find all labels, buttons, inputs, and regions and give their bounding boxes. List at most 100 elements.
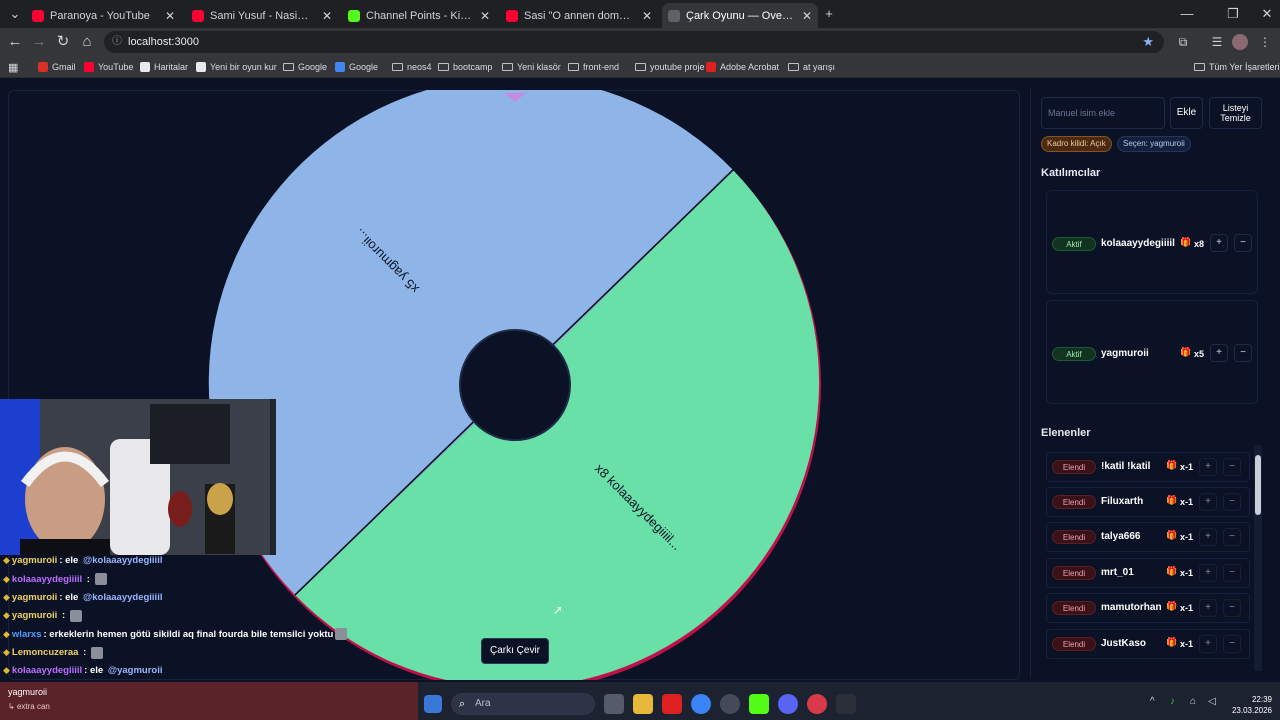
increase-button[interactable]: + xyxy=(1210,344,1228,362)
clear-list-button[interactable]: Listeyi Temizle xyxy=(1209,97,1262,129)
decrease-button[interactable]: − xyxy=(1223,635,1241,653)
maximize-icon[interactable]: ❐ xyxy=(1222,4,1244,24)
tab-4[interactable]: Çark Oyunu — Overlay ✕ xyxy=(662,3,818,28)
tab-close-icon[interactable]: ✕ xyxy=(322,9,332,23)
multiplier: x-1 xyxy=(1180,497,1194,507)
chat-message: ◆ kolaaayydegiiiil: ele @yagmuroii xyxy=(3,665,162,676)
microphone-icon[interactable]: ♪ xyxy=(1170,696,1175,707)
volume-icon[interactable]: ◁ xyxy=(1208,696,1216,707)
file-explorer-icon[interactable] xyxy=(633,694,653,714)
kick-icon[interactable] xyxy=(749,694,769,714)
bookmark-5[interactable]: Google xyxy=(335,59,378,75)
eliminated-name: !katil !katil xyxy=(1101,461,1151,472)
decrease-button[interactable]: − xyxy=(1234,344,1252,362)
decrease-button[interactable]: − xyxy=(1223,599,1241,617)
tab-search-icon[interactable]: ⌄ xyxy=(4,4,26,24)
bookmark-8[interactable]: Yeni klasör xyxy=(502,59,561,75)
decrease-button[interactable]: − xyxy=(1223,564,1241,582)
close-window-icon[interactable]: ✕ xyxy=(1256,4,1278,24)
bookmark-2[interactable]: Haritalar xyxy=(140,59,188,75)
address-bar[interactable]: ⓘ localhost:3000 ★ xyxy=(104,31,1164,53)
extensions-icon[interactable]: ⧉ xyxy=(1172,32,1194,52)
minimize-icon[interactable]: — xyxy=(1176,4,1198,24)
bookmark-label: Google xyxy=(349,62,379,72)
all-bookmarks[interactable]: Tüm Yer İşaretleri xyxy=(1194,59,1280,75)
tray-arrow-icon[interactable]: ^ xyxy=(1150,696,1155,707)
eliminated-name: talya666 xyxy=(1101,531,1141,542)
increase-button[interactable]: + xyxy=(1210,234,1228,252)
increase-button[interactable]: + xyxy=(1199,635,1217,653)
youtube-app-icon[interactable] xyxy=(662,694,682,714)
tab-strip-icon[interactable]: ☰ xyxy=(1206,32,1228,52)
increase-button[interactable]: + xyxy=(1199,599,1217,617)
apps-grid-icon[interactable]: ▦ xyxy=(8,59,18,75)
task-view-icon[interactable] xyxy=(604,694,624,714)
tab-close-icon[interactable]: ✕ xyxy=(480,9,490,23)
clock[interactable]: 22:39 23.03.2026 xyxy=(1226,694,1272,716)
tab-0[interactable]: Paranoya - YouTube ✕ xyxy=(26,3,181,28)
chat-message: ◆ wlarxs: erkeklerin hemen götü sikildi a… xyxy=(3,628,348,641)
discord-icon[interactable] xyxy=(778,694,798,714)
menu-icon[interactable]: ⋮ xyxy=(1254,32,1276,52)
bookmark-0[interactable]: Gmail xyxy=(38,59,76,75)
bookmark-label: Adobe Acrobat xyxy=(720,62,780,72)
roster-lock-pill[interactable]: Kadro kilidi: Açık xyxy=(1041,136,1112,152)
chat-message: ◆ kolaaayydegiiiil : xyxy=(3,573,107,586)
bookmark-favicon-icon xyxy=(38,62,48,72)
chat-text: : xyxy=(84,573,93,585)
back-icon[interactable]: ← xyxy=(4,32,26,52)
bookmark-4[interactable]: Google xyxy=(283,59,327,75)
start-menu-icon[interactable] xyxy=(424,695,442,713)
chrome-icon[interactable] xyxy=(691,694,711,714)
bookmark-9[interactable]: front-end xyxy=(568,59,619,75)
bookmark-3[interactable]: Yeni bir oyun kur xyxy=(196,59,277,75)
taskbar-search[interactable]: ⌕ Ara xyxy=(451,693,595,715)
decrease-button[interactable]: − xyxy=(1223,528,1241,546)
decrease-button[interactable]: − xyxy=(1223,493,1241,511)
tab-2[interactable]: Channel Points - Kick Dashboar ✕ xyxy=(342,3,496,28)
url-text: localhost:3000 xyxy=(128,36,199,48)
increase-button[interactable]: + xyxy=(1199,458,1217,476)
tab-3[interactable]: Sasi "O annen domaltılacak" dı ✕ xyxy=(500,3,658,28)
bookmark-6[interactable]: neos4 xyxy=(392,59,432,75)
bookmark-label: Google xyxy=(298,62,328,72)
tab-close-icon[interactable]: ✕ xyxy=(642,9,652,23)
scrollbar-thumb[interactable] xyxy=(1255,455,1261,515)
chat-emote-icon xyxy=(90,646,103,659)
forward-icon[interactable]: → xyxy=(28,32,50,52)
terminal-icon[interactable] xyxy=(836,694,856,714)
bookmark-12[interactable]: at yarışı xyxy=(788,59,835,75)
chat-badge-icon: ◆ xyxy=(3,555,10,565)
mouse-cursor: ➚ xyxy=(553,603,564,617)
new-tab-button[interactable]: + xyxy=(818,4,840,24)
home-icon[interactable]: ⌂ xyxy=(76,32,98,52)
chat-badge-icon: ◆ xyxy=(3,664,10,675)
tab-1[interactable]: Sami Yusuf - Nasimi #worldmu ✕ xyxy=(186,3,338,28)
add-button[interactable]: Ekle xyxy=(1170,97,1203,129)
chat-badge-icon: ◆ xyxy=(3,628,10,639)
bookmark-11[interactable]: Adobe Acrobat xyxy=(706,59,779,75)
tab-close-icon[interactable]: ✕ xyxy=(165,9,175,23)
manual-name-input[interactable]: Manuel isim ekle xyxy=(1041,97,1165,129)
eliminated-row: Elendi !katil !katil 🎁 x-1 + − xyxy=(1046,452,1250,482)
obs-icon[interactable] xyxy=(720,694,740,714)
decrease-button[interactable]: − xyxy=(1223,458,1241,476)
spin-wheel-button[interactable]: Çarkı Çevir xyxy=(481,638,549,664)
decrease-button[interactable]: − xyxy=(1234,234,1252,252)
status-badge: Elendi xyxy=(1052,637,1096,651)
chat-text: : xyxy=(80,647,89,658)
profile-avatar[interactable] xyxy=(1232,34,1248,50)
bookmark-star-icon[interactable]: ★ xyxy=(1142,31,1154,53)
increase-button[interactable]: + xyxy=(1199,493,1217,511)
reload-icon[interactable]: ↻ xyxy=(52,32,74,52)
bookmark-1[interactable]: YouTube xyxy=(84,59,133,75)
site-info-icon[interactable]: ⓘ xyxy=(112,31,122,53)
network-icon[interactable]: ⌂ xyxy=(1190,696,1196,707)
status-badge: Elendi xyxy=(1052,601,1096,615)
bookmark-7[interactable]: bootcamp xyxy=(438,59,493,75)
bookmark-10[interactable]: youtube proje xyxy=(635,59,705,75)
increase-button[interactable]: + xyxy=(1199,564,1217,582)
maps-pin-icon[interactable] xyxy=(807,694,827,714)
increase-button[interactable]: + xyxy=(1199,528,1217,546)
tab-close-icon[interactable]: ✕ xyxy=(802,9,812,23)
